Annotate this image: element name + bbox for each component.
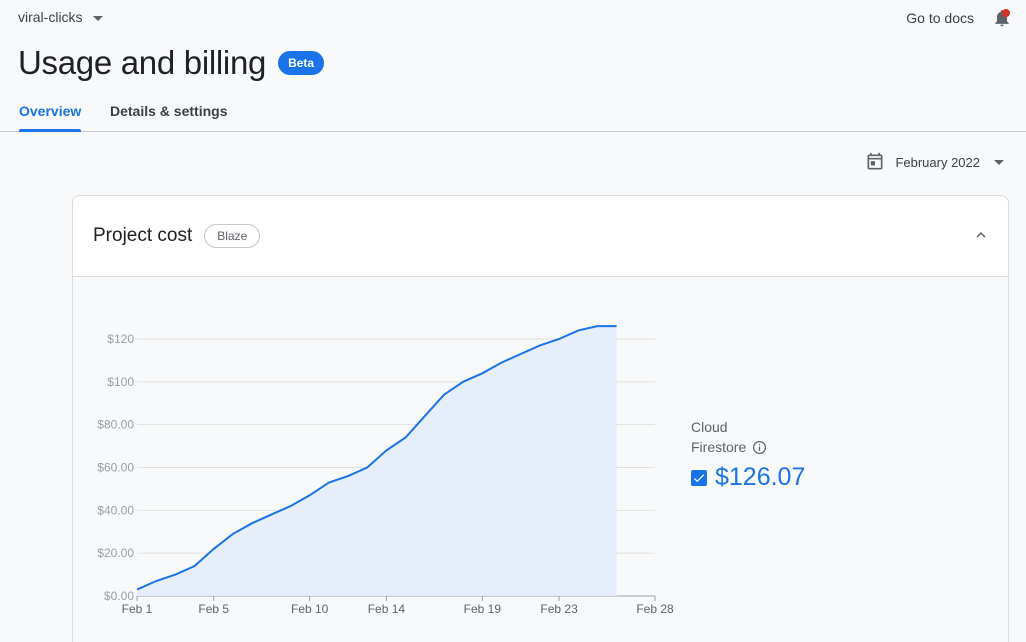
beta-badge: Beta [278,51,325,75]
x-tick-label: Feb 10 [291,602,329,616]
y-tick-label: $0.00 [104,589,134,603]
chart-area: $0.00 $20.00 $40.00 $60.00 $80.00 $100 $120 Feb… [73,277,1008,642]
chart-legend: Cloud Firestore $126.07 [691,417,805,492]
y-tick-label: $120 [107,332,134,346]
x-tick-label: Feb 19 [464,602,502,616]
series-checkbox[interactable] [691,469,707,486]
tab-overview[interactable]: Overview [19,103,82,132]
x-tick-label: Feb 1 [122,602,153,616]
project-cost-card: Project cost Blaze $0.00 $20.00 $40.00 $60.… [72,195,1009,642]
chevron-up-icon[interactable] [972,226,990,244]
y-tick-label: $80.00 [97,418,134,432]
project-name: viral-clicks [18,9,83,25]
info-icon[interactable] [752,440,767,455]
go-to-docs-link[interactable]: Go to docs [906,10,974,26]
cost-chart: $0.00 $20.00 $40.00 $60.00 $80.00 $100 $120 Feb… [97,325,673,616]
calendar-icon [867,152,883,170]
y-tick-label: $100 [107,375,134,389]
month-picker[interactable]: February 2022 [865,152,1004,172]
tab-details-settings[interactable]: Details & settings [110,103,227,131]
legend-series-name-line1: Cloud [691,419,728,435]
series-area [137,326,617,596]
checkmark-icon [693,473,705,482]
legend-series-name-line2: Firestore [691,439,747,455]
page-title: Usage and billing [18,44,267,81]
notifications-bell-icon[interactable] [992,8,1012,28]
top-right-actions: Go to docs [906,8,1012,28]
notification-dot [1002,9,1010,17]
tab-bar: Overview Details & settings [0,98,1026,132]
plan-chip: Blaze [204,224,261,248]
legend-series-value: $126.07 [715,463,806,491]
x-tick-label: Feb 14 [368,602,406,616]
chevron-down-icon [92,15,103,21]
x-tick-label: Feb 5 [198,602,229,616]
y-tick-label: $20.00 [97,546,134,560]
card-title: Project cost [93,225,193,246]
chevron-down-icon [994,159,1004,165]
page-header: Usage and billing Beta [18,44,325,82]
selected-month: February 2022 [895,154,980,170]
x-tick-label: Feb 28 [636,602,673,616]
project-switcher[interactable]: viral-clicks [18,9,103,25]
y-tick-label: $40.00 [97,503,134,517]
card-header: Project cost Blaze [73,196,1008,277]
y-tick-label: $60.00 [97,461,134,475]
x-tick-label: Feb 23 [540,602,578,616]
